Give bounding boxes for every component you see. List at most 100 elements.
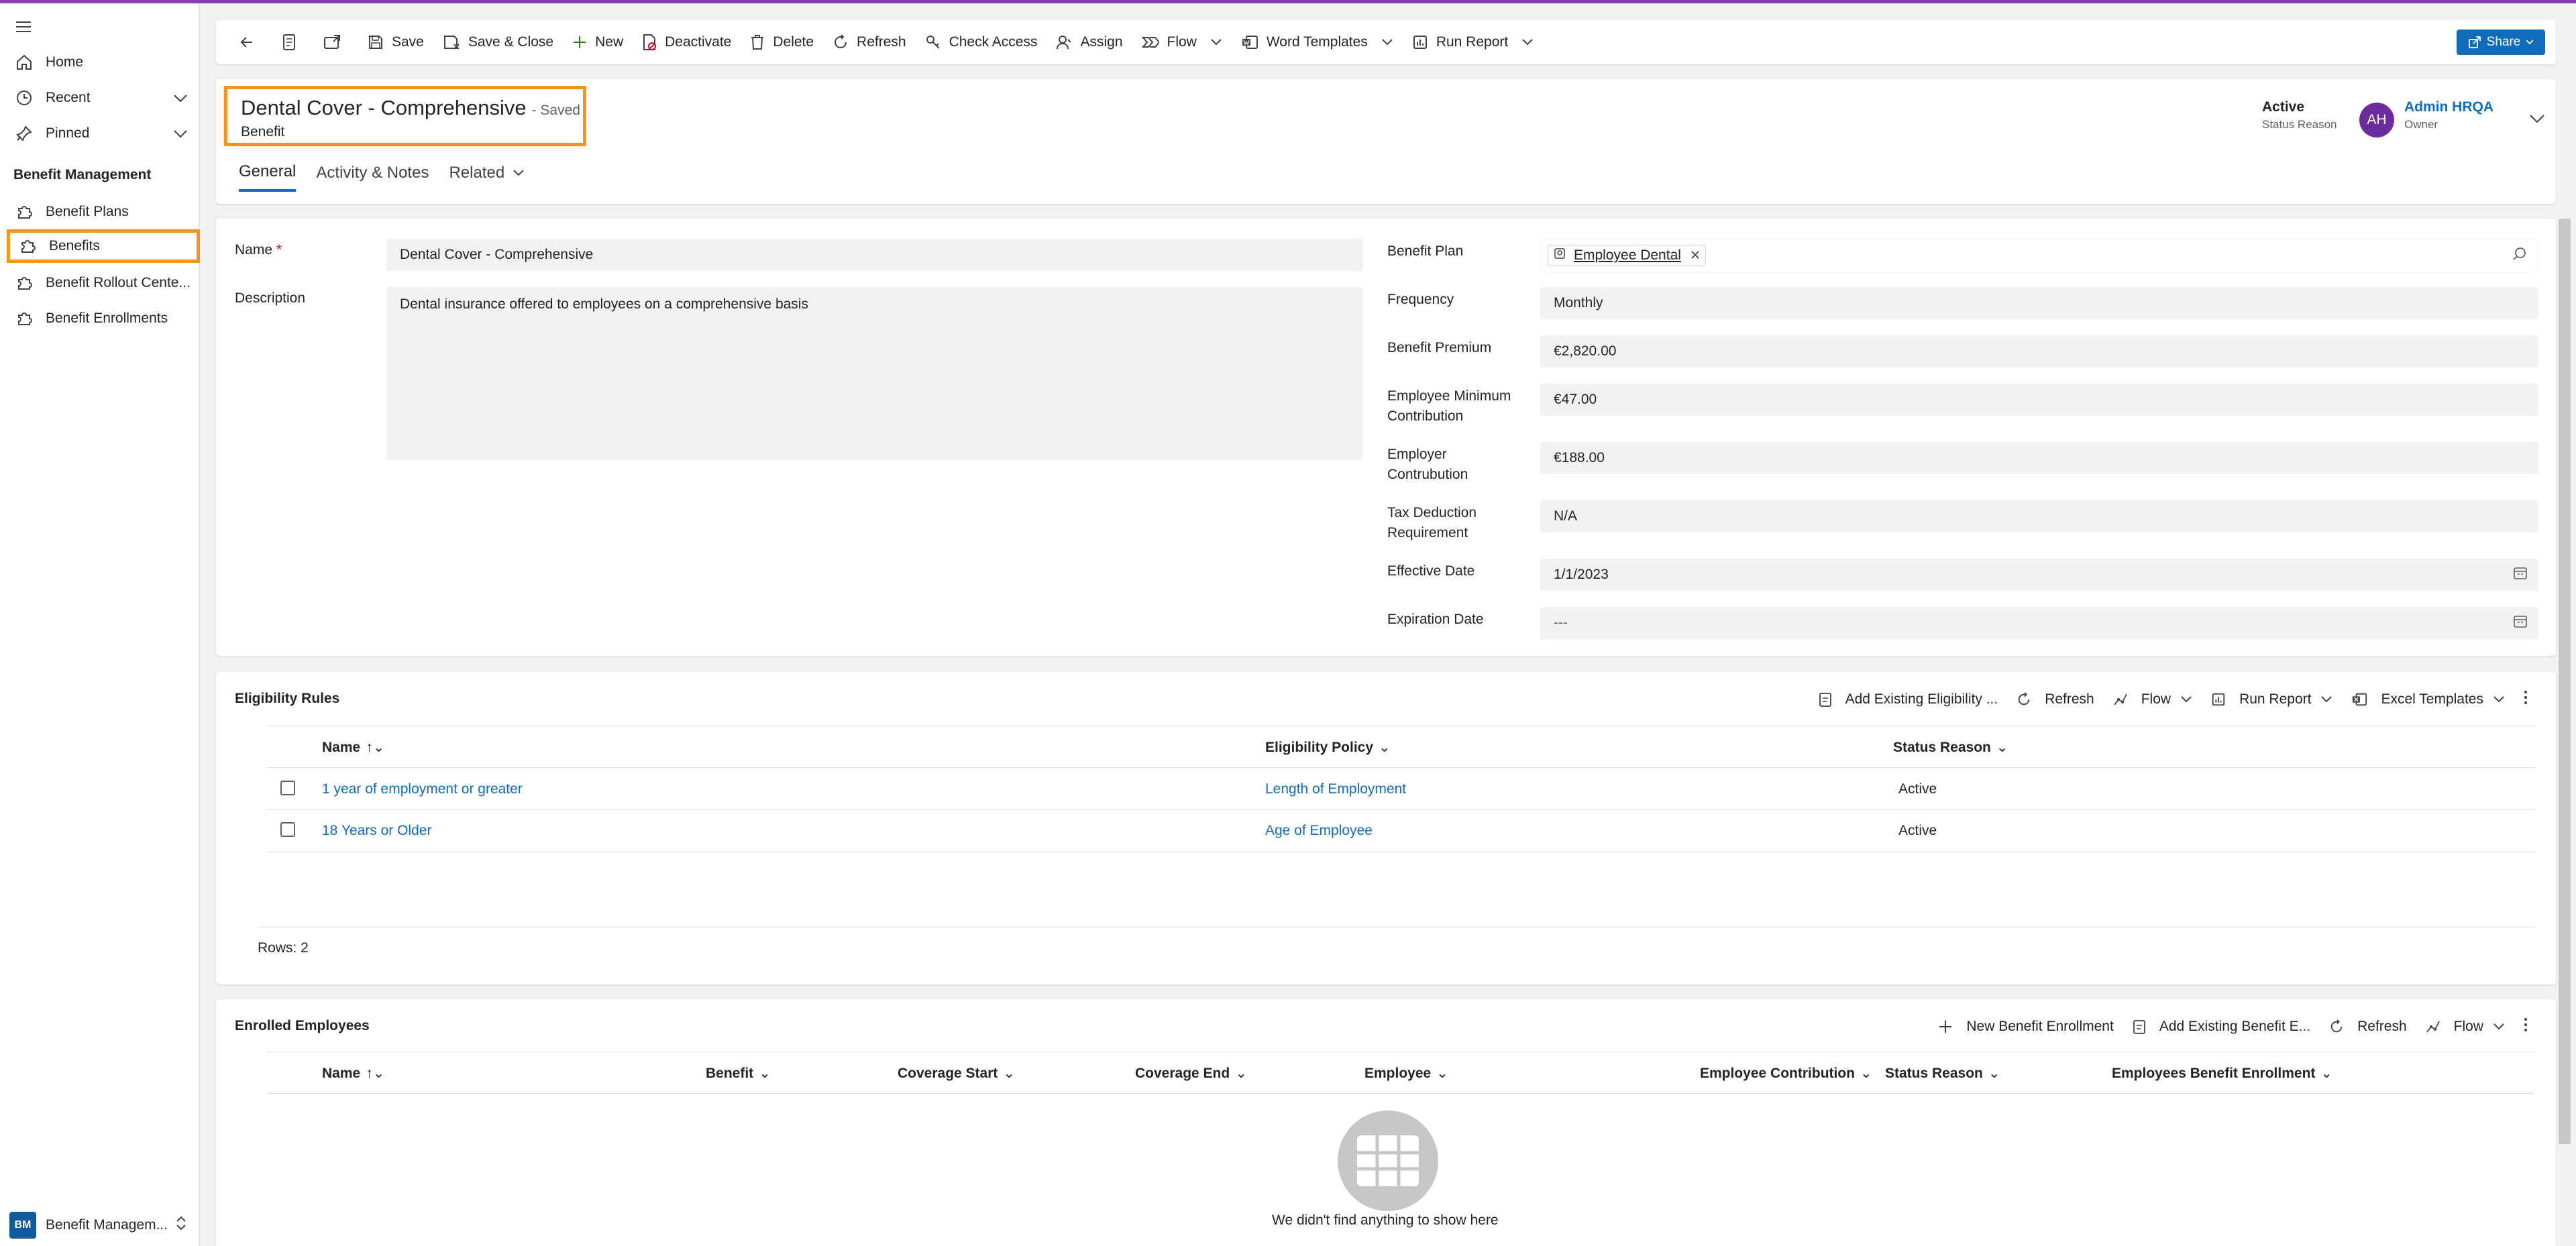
benefit-premium-field[interactable]: €2,820.00 xyxy=(1540,335,2538,367)
sidebar-item-benefit-plans[interactable]: Benefit Plans xyxy=(7,195,197,229)
effective-date-field[interactable]: 1/1/2023 xyxy=(1540,559,2538,591)
column-header-status-reason[interactable]: Status Reason ⌄ xyxy=(1885,1065,2000,1082)
assign-button[interactable]: Assign xyxy=(1046,20,1132,64)
search-icon[interactable] xyxy=(2512,246,2527,265)
tab-activity-notes[interactable]: Activity & Notes xyxy=(316,162,429,192)
column-header-employees-benefit-enrollment[interactable]: Employees Benefit Enrollment ⌄ xyxy=(2112,1065,2332,1082)
page-title: Dental Cover - Comprehensive xyxy=(241,96,527,119)
grid-refresh-button[interactable]: Refresh xyxy=(2007,691,2104,707)
row-policy-link[interactable]: Age of Employee xyxy=(1265,823,1373,839)
column-header-coverage-start[interactable]: Coverage Start ⌄ xyxy=(898,1065,1015,1082)
entity-icon xyxy=(1554,247,1566,264)
owner-label: Owner xyxy=(2404,118,2438,131)
chevron-down-icon xyxy=(2320,691,2332,707)
back-button[interactable] xyxy=(229,20,272,64)
new-button[interactable]: New xyxy=(563,20,633,64)
grid-commands: New Benefit Enrollment Add Existing Bene… xyxy=(1929,1010,2537,1043)
name-field[interactable]: Dental Cover - Comprehensive xyxy=(386,239,1363,271)
row-checkbox[interactable] xyxy=(280,822,295,837)
hamburger-menu-icon[interactable] xyxy=(13,17,34,37)
add-existing-eligibility-button[interactable]: Add Existing Eligibility ... xyxy=(1809,691,2008,707)
row-policy-link[interactable]: Length of Employment xyxy=(1265,781,1406,797)
open-new-window-button[interactable] xyxy=(314,20,358,64)
expand-header-button[interactable] xyxy=(2529,111,2545,127)
column-header-name[interactable]: Name ↑⌄ xyxy=(322,739,384,756)
employer-contribution-field[interactable]: €188.00 xyxy=(1540,442,2538,474)
grid-run-report-button[interactable]: Run Report xyxy=(2202,691,2342,707)
grid-flow-button[interactable]: Flow xyxy=(2104,691,2202,707)
sidebar-item-recent[interactable]: Recent xyxy=(7,81,197,115)
tab-related[interactable]: Related xyxy=(449,162,525,192)
puzzle-icon xyxy=(15,309,34,328)
sidebar-item-label: Benefit Plans xyxy=(46,204,129,219)
page-scrollbar[interactable] xyxy=(2559,219,2571,1144)
chevron-down-icon: ⌄ xyxy=(1235,1066,1247,1081)
sidebar-item-benefits[interactable]: Benefits xyxy=(7,229,200,263)
refresh-button[interactable]: Refresh xyxy=(823,20,916,64)
new-benefit-enrollment-button[interactable]: New Benefit Enrollment xyxy=(1929,1019,2123,1035)
row-name-link[interactable]: 18 Years or Older xyxy=(322,823,431,839)
calendar-icon[interactable] xyxy=(2513,565,2528,584)
benefit-plan-lookup[interactable]: Employee Dental xyxy=(1540,239,2538,272)
sidebar-item-pinned[interactable]: Pinned xyxy=(7,117,197,150)
save-close-button[interactable]: Save & Close xyxy=(433,20,563,64)
chevron-down-icon[interactable] xyxy=(173,127,188,143)
column-header-benefit[interactable]: Benefit ⌄ xyxy=(706,1065,771,1082)
delete-button[interactable]: Delete xyxy=(741,20,823,64)
puzzle-icon xyxy=(18,237,37,256)
frequency-field[interactable]: Monthly xyxy=(1540,287,2538,319)
row-name-link[interactable]: 1 year of employment or greater xyxy=(322,781,523,797)
description-field[interactable]: Dental insurance offered to employees on… xyxy=(386,287,1363,460)
refresh-icon xyxy=(2017,692,2031,707)
grid-refresh-button[interactable]: Refresh xyxy=(2320,1019,2416,1035)
tab-general[interactable]: General xyxy=(239,162,297,192)
status-reason-label: Status Reason xyxy=(2262,118,2337,131)
share-button[interactable]: Share xyxy=(2457,30,2545,55)
sidebar-item-home[interactable]: Home xyxy=(7,46,197,79)
run-report-label: Run Report xyxy=(2239,691,2312,707)
app-switcher[interactable]: BM Benefit Managem... xyxy=(7,1208,197,1242)
label-line: Contrubution xyxy=(1387,467,1468,482)
grid-flow-button[interactable]: Flow xyxy=(2416,1019,2514,1035)
expiration-date-field[interactable]: --- xyxy=(1540,607,2538,639)
calendar-icon[interactable] xyxy=(2513,614,2528,632)
benefit-plan-value[interactable]: Employee Dental xyxy=(1574,247,1681,264)
column-header-employee[interactable]: Employee ⌄ xyxy=(1364,1065,1448,1082)
chevron-down-icon: ⌄ xyxy=(1996,740,2008,755)
owner-name[interactable]: Admin HRQA xyxy=(2404,99,2493,115)
avatar[interactable]: AH xyxy=(2359,103,2394,137)
word-templates-button[interactable]: Word Templates xyxy=(1232,20,1403,64)
refresh-label: Refresh xyxy=(2357,1019,2407,1034)
column-header-status[interactable]: Status Reason ⌄ xyxy=(1893,739,2008,756)
tax-deduction-field[interactable]: N/A xyxy=(1540,500,2538,532)
column-header-coverage-end[interactable]: Coverage End ⌄ xyxy=(1135,1065,1247,1082)
deactivate-button[interactable]: Deactivate xyxy=(633,20,741,64)
close-icon[interactable] xyxy=(1690,247,1700,264)
excel-templates-button[interactable]: Excel Templates xyxy=(2342,691,2514,707)
column-header-policy[interactable]: Eligibility Policy ⌄ xyxy=(1265,739,1391,756)
app-badge: BM xyxy=(9,1212,36,1239)
save-button[interactable]: Save xyxy=(358,20,433,64)
sidebar-item-benefit-enrollments[interactable]: Benefit Enrollments xyxy=(7,302,197,335)
chevron-down-icon xyxy=(1210,34,1222,50)
sidebar-item-benefit-rollout[interactable]: Benefit Rollout Cente... xyxy=(7,266,197,300)
add-existing-enrollment-button[interactable]: Add Existing Benefit E... xyxy=(2123,1019,2320,1035)
run-report-button[interactable]: Run Report xyxy=(1403,20,1543,64)
employee-min-contribution-field[interactable]: €47.00 xyxy=(1540,384,2538,416)
check-access-button[interactable]: Check Access xyxy=(916,20,1047,64)
row-checkbox[interactable] xyxy=(280,781,295,795)
more-commands-button[interactable] xyxy=(2514,690,2537,709)
flow-icon xyxy=(1141,35,1159,50)
record-set-button[interactable] xyxy=(272,20,314,64)
column-header-employee-contribution[interactable]: Employee Contribution ⌄ xyxy=(1700,1065,1872,1082)
flow-button[interactable]: Flow xyxy=(1132,20,1232,64)
expiration-date-value: --- xyxy=(1554,615,1568,630)
lookup-tag[interactable]: Employee Dental xyxy=(1548,245,1706,266)
sidebar-item-label: Benefits xyxy=(49,238,100,253)
add-existing-label: Add Existing Benefit E... xyxy=(2159,1019,2311,1034)
empty-state-message: We didn't find anything to show here xyxy=(1272,1212,1499,1228)
more-commands-button[interactable] xyxy=(2514,1017,2537,1036)
chevron-down-icon[interactable] xyxy=(173,91,188,107)
employer-contribution-label: Employer Contrubution xyxy=(1387,445,1468,485)
column-header-name[interactable]: Name ↑⌄ xyxy=(322,1065,384,1082)
